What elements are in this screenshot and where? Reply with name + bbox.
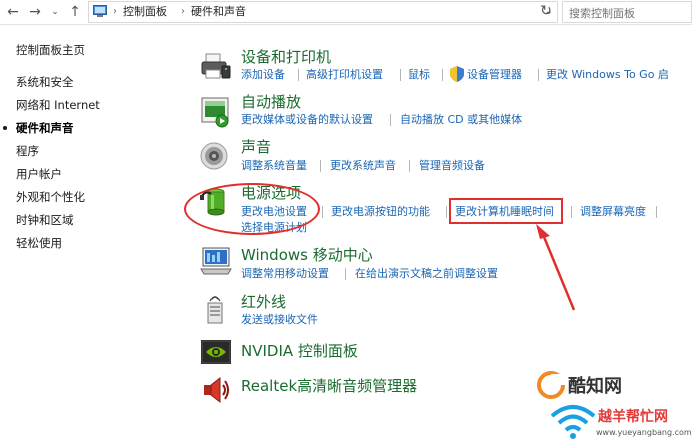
link-send-receive-files[interactable]: 发送或接收文件 (241, 312, 318, 327)
link-divider (390, 114, 391, 126)
category-title-autoplay[interactable]: 自动播放 (241, 92, 301, 112)
sidebar-item-clock-region[interactable]: 时钟和区域 (16, 212, 74, 228)
link-manage-audio-devices[interactable]: 管理音频设备 (419, 158, 485, 173)
realtek-speaker-icon[interactable] (200, 374, 232, 406)
link-windows-to-go[interactable]: 更改 Windows To Go 启 (546, 67, 669, 82)
uac-shield-icon (450, 66, 464, 82)
link-divider (298, 69, 299, 81)
recent-locations-chevron-icon[interactable]: ⌄ (46, 3, 64, 21)
category-title-devices-printers[interactable]: 设备和打印机 (241, 47, 331, 67)
link-power-button-function[interactable]: 更改电源按钮的功能 (331, 204, 430, 219)
sidebar-item-network[interactable]: 网络和 Internet (16, 97, 100, 113)
nvidia-icon[interactable] (200, 336, 232, 368)
link-adjust-volume[interactable]: 调整系统音量 (241, 158, 307, 173)
category-title-mobility-center[interactable]: Windows 移动中心 (241, 245, 373, 265)
sidebar-item-home[interactable]: 控制面板主页 (16, 42, 85, 58)
address-bar: ← → ⌄ ↑ › 控制面板 › 硬件和声音 ⌄ ↻ (0, 0, 692, 25)
sidebar-item-system-security[interactable]: 系统和安全 (16, 74, 74, 90)
sidebar-item-ease-of-access[interactable]: 轻松使用 (16, 235, 62, 251)
autoplay-icon[interactable] (200, 96, 232, 128)
link-autoplay-cd[interactable]: 自动播放 CD 或其他媒体 (400, 112, 522, 127)
search-box[interactable] (562, 1, 692, 23)
breadcrumb-separator: › (181, 6, 185, 17)
link-mouse[interactable]: 鼠标 (408, 67, 430, 82)
sidebar-item-user-accounts[interactable]: 用户帐户 (16, 166, 62, 182)
watermark-url: www.yueyangbang.com (596, 428, 692, 437)
watermark-logo-icon (537, 371, 565, 399)
breadcrumb[interactable]: › 控制面板 › 硬件和声音 ⌄ (88, 1, 558, 23)
category-title-realtek[interactable]: Realtek高清晰音频管理器 (241, 376, 417, 396)
forward-arrow-icon[interactable]: → (26, 3, 44, 21)
link-adjust-mobility-settings[interactable]: 调整常用移动设置 (241, 266, 329, 281)
watermark-brand-top: 酷知网 (568, 376, 622, 397)
search-input[interactable] (563, 4, 687, 23)
category-title-nvidia[interactable]: NVIDIA 控制面板 (241, 341, 358, 361)
link-divider (400, 69, 401, 81)
link-divider (345, 268, 346, 280)
link-divider (442, 69, 443, 81)
link-advanced-printer-setup[interactable]: 高级打印机设置 (306, 67, 383, 82)
link-divider (322, 206, 323, 218)
breadcrumb-item-control-panel[interactable]: 控制面板 (123, 4, 167, 20)
link-divider (446, 206, 447, 218)
link-divider (538, 69, 539, 81)
link-adjust-screen-brightness[interactable]: 调整屏幕亮度 (580, 204, 646, 219)
link-device-manager[interactable]: 设备管理器 (467, 67, 522, 82)
link-divider (409, 160, 410, 172)
link-divider (320, 160, 321, 172)
wifi-logo-icon (550, 405, 596, 439)
breadcrumb-separator: › (113, 6, 117, 17)
infrared-icon[interactable] (200, 293, 232, 325)
link-change-default-media[interactable]: 更改媒体或设备的默认设置 (241, 112, 373, 127)
watermark-brand-bottom: 越羊帮忙网 (598, 409, 668, 425)
link-add-device[interactable]: 添加设备 (241, 67, 285, 82)
link-divider (656, 206, 657, 218)
mobility-center-icon[interactable] (200, 245, 232, 277)
annotation-rectangle (449, 198, 563, 224)
sidebar-item-programs[interactable]: 程序 (16, 143, 39, 159)
speaker-icon[interactable] (200, 140, 232, 172)
breadcrumb-item-hardware-sound[interactable]: 硬件和声音 (191, 4, 246, 20)
link-divider (571, 206, 572, 218)
link-change-system-sounds[interactable]: 更改系统声音 (330, 158, 396, 173)
back-arrow-icon[interactable]: ← (4, 3, 22, 21)
category-title-infrared[interactable]: 红外线 (241, 292, 286, 312)
sidebar-item-hardware-sound[interactable]: 硬件和声音 (16, 120, 74, 136)
printer-icon[interactable] (200, 50, 232, 82)
link-presentation-settings[interactable]: 在给出演示文稿之前调整设置 (355, 266, 498, 281)
category-title-sound[interactable]: 声音 (241, 137, 271, 157)
annotation-arrow-icon (536, 224, 576, 311)
refresh-icon[interactable]: ↻ (537, 2, 555, 20)
up-arrow-icon[interactable]: ↑ (66, 3, 84, 21)
active-indicator (3, 126, 7, 130)
annotation-ellipse (184, 183, 320, 235)
control-panel-icon (93, 5, 107, 17)
sidebar-item-appearance[interactable]: 外观和个性化 (16, 189, 85, 205)
